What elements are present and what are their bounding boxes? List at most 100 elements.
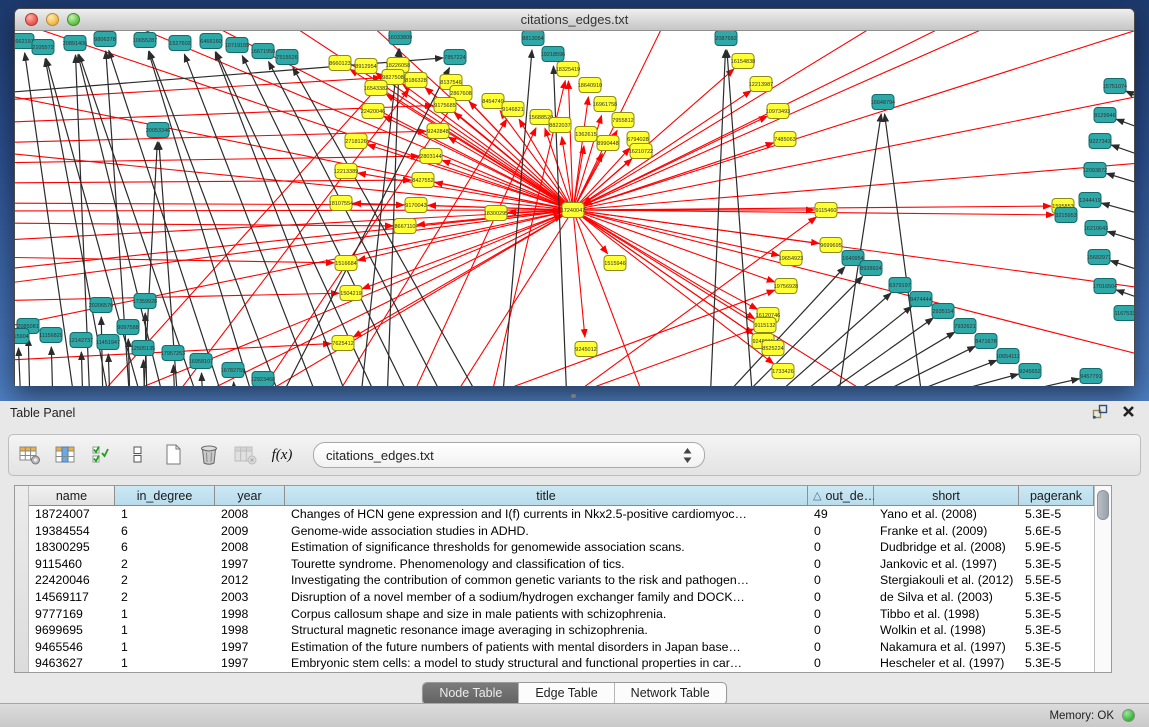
table-row[interactable]: 2242004622012Investigating the contribut… bbox=[29, 572, 1094, 589]
network-node[interactable]: 12093872 bbox=[1083, 163, 1107, 178]
table-row[interactable]: 969969511998Structural magnetic resonanc… bbox=[29, 622, 1094, 639]
close-icon[interactable] bbox=[1122, 405, 1135, 418]
network-node[interactable]: 8525224 bbox=[762, 341, 784, 356]
column-header-short[interactable]: short bbox=[874, 486, 1019, 505]
network-node[interactable]: 8427552 bbox=[412, 173, 434, 188]
network-node[interactable]: 12923468 bbox=[251, 372, 275, 387]
network-canvas[interactable]: 1724004718300295845474991468211568852088… bbox=[15, 31, 1134, 386]
network-node[interactable]: 12213987 bbox=[749, 77, 773, 92]
network-node[interactable]: 12142737 bbox=[69, 333, 93, 348]
table-row[interactable]: 946554611997Estimation of the future num… bbox=[29, 639, 1094, 656]
network-node[interactable]: 18300295 bbox=[484, 206, 508, 221]
table-row[interactable]: 1456911722003Disruption of a novel membe… bbox=[29, 589, 1094, 606]
network-node[interactable]: 11451947 bbox=[96, 335, 120, 350]
network-node[interactable]: 9245012 bbox=[575, 342, 597, 357]
table-row[interactable]: 911546021997Tourette syndrome. Phenomeno… bbox=[29, 556, 1094, 573]
network-node[interactable]: 9474444 bbox=[910, 292, 932, 307]
network-node[interactable]: 16543382 bbox=[364, 81, 388, 96]
network-node[interactable]: 9129946 bbox=[1094, 108, 1116, 123]
select-columns-icon[interactable] bbox=[51, 439, 81, 471]
network-node[interactable]: 10654112 bbox=[996, 349, 1020, 364]
network-node[interactable]: 10973493 bbox=[766, 104, 790, 119]
network-node[interactable]: 9245652 bbox=[1019, 364, 1041, 379]
network-node[interactable]: 1733426 bbox=[772, 364, 794, 379]
network-node[interactable]: 16782759 bbox=[221, 363, 245, 378]
network-node[interactable]: 15751074 bbox=[1103, 79, 1127, 94]
network-node[interactable]: 17359928 bbox=[133, 294, 157, 309]
new-table-icon[interactable] bbox=[159, 439, 189, 471]
network-node[interactable]: 8471678 bbox=[975, 334, 997, 349]
network-node[interactable]: 8938924 bbox=[860, 261, 882, 276]
split-pane-handle[interactable] bbox=[571, 394, 576, 398]
tab-edge-table[interactable]: Edge Table bbox=[519, 683, 614, 704]
scrollbar-thumb[interactable] bbox=[1097, 490, 1109, 520]
float-panel-icon[interactable] bbox=[1092, 404, 1108, 419]
network-node[interactable]: 16671958 bbox=[251, 44, 275, 59]
network-node[interactable]: 8912954 bbox=[355, 59, 377, 74]
network-node[interactable]: 8186328 bbox=[405, 73, 427, 88]
table-row[interactable]: 946362711997Embryonic stem cells: a mode… bbox=[29, 655, 1094, 672]
network-node[interactable]: 3215953 bbox=[1055, 208, 1077, 223]
network-node[interactable]: 7932621 bbox=[954, 319, 976, 334]
network-node[interactable]: 16210722 bbox=[629, 144, 653, 159]
network-node[interactable]: 9242848 bbox=[427, 124, 449, 139]
network-node[interactable]: 7485063 bbox=[774, 132, 796, 147]
column-header-in_degree[interactable]: in_degree bbox=[115, 486, 215, 505]
network-node[interactable]: 8822037 bbox=[549, 118, 571, 133]
network-node[interactable]: 1516684 bbox=[335, 256, 357, 271]
network-node[interactable]: 12213389 bbox=[334, 164, 358, 179]
table-row[interactable]: 1872400712008Changes of HCN gene express… bbox=[29, 506, 1094, 523]
network-node[interactable]: 19218596 bbox=[541, 47, 565, 62]
table-row[interactable]: 1938455462009Genome-wide association stu… bbox=[29, 523, 1094, 540]
network-node[interactable]: 9457791 bbox=[1080, 369, 1102, 384]
network-node[interactable]: 6466160 bbox=[200, 34, 222, 49]
network-node[interactable]: 3315904 bbox=[15, 329, 29, 344]
column-header-title[interactable]: title bbox=[285, 486, 808, 505]
network-node[interactable]: 1362615 bbox=[575, 127, 597, 142]
network-node[interactable]: 2935114 bbox=[932, 304, 954, 319]
network-node[interactable]: 1515946 bbox=[604, 256, 626, 271]
delete-column-icon-disabled[interactable] bbox=[231, 439, 261, 471]
vertical-scrollbar[interactable] bbox=[1094, 486, 1111, 672]
function-builder-icon[interactable]: f(x) bbox=[267, 439, 297, 471]
network-node[interactable]: 17016504 bbox=[1093, 279, 1117, 294]
network-node[interactable]: 16033809 bbox=[388, 31, 412, 45]
network-node[interactable]: 9115460 bbox=[815, 203, 837, 218]
network-node[interactable]: 17957253 bbox=[161, 346, 185, 361]
window-titlebar[interactable]: citations_edges.txt bbox=[15, 9, 1134, 31]
network-node[interactable]: 8990448 bbox=[597, 136, 619, 151]
network-node[interactable]: 2718126 bbox=[345, 134, 367, 149]
network-node[interactable]: 16648794 bbox=[871, 95, 895, 110]
network-node[interactable]: 2087682 bbox=[715, 31, 737, 46]
network-node[interactable]: 1662197 bbox=[15, 34, 34, 49]
network-node[interactable]: 6379197 bbox=[889, 278, 911, 293]
network-node[interactable]: 9806378 bbox=[94, 32, 116, 47]
network-node[interactable]: 19654923 bbox=[779, 251, 803, 266]
column-header-year[interactable]: year bbox=[215, 486, 285, 505]
network-node[interactable]: 7515526 bbox=[276, 50, 298, 65]
column-header-pagerank[interactable]: pagerank bbox=[1019, 486, 1094, 505]
network-node[interactable]: 9699695 bbox=[820, 238, 842, 253]
tab-network-table[interactable]: Network Table bbox=[615, 683, 726, 704]
network-node[interactable]: 18107554 bbox=[329, 196, 353, 211]
network-node[interactable]: 10719155 bbox=[225, 38, 249, 53]
network-node[interactable]: 1527602 bbox=[169, 36, 191, 51]
network-node[interactable]: 20891406 bbox=[63, 36, 87, 51]
network-node[interactable]: 16961758 bbox=[593, 97, 617, 112]
network-node[interactable]: 12505135 bbox=[131, 341, 155, 356]
select-rows-check-icon[interactable] bbox=[87, 439, 117, 471]
network-node[interactable]: 22420046 bbox=[361, 104, 385, 119]
network-node[interactable]: 9227343 bbox=[1089, 134, 1111, 149]
network-node[interactable]: 7625412 bbox=[332, 336, 354, 351]
row-height-icon[interactable] bbox=[123, 439, 153, 471]
network-node[interactable]: 1167533 bbox=[1114, 306, 1134, 321]
network-node[interactable]: 16154838 bbox=[731, 54, 755, 69]
network-node[interactable]: 18325419 bbox=[556, 62, 580, 77]
column-header-name[interactable]: name bbox=[29, 486, 115, 505]
network-node[interactable]: 20053346 bbox=[146, 123, 170, 138]
network-node[interactable]: 1504219 bbox=[340, 286, 362, 301]
column-header-out_degree[interactable]: △out_de… bbox=[808, 486, 874, 505]
network-node[interactable]: 9175685 bbox=[434, 98, 456, 113]
network-node[interactable]: 18640910 bbox=[578, 78, 602, 93]
network-node[interactable]: 11156829 bbox=[39, 328, 63, 343]
